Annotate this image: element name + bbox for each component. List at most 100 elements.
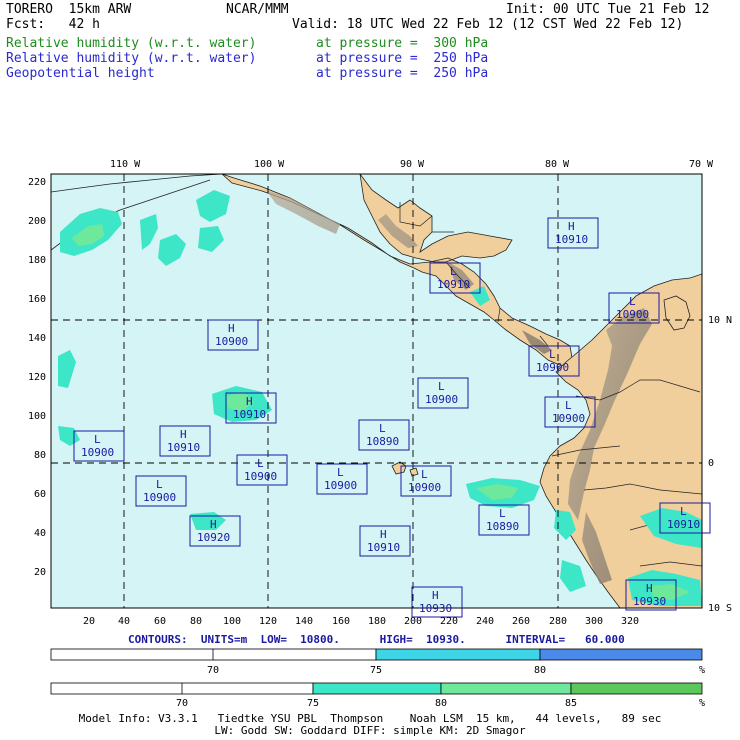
x-tick: 60 (154, 616, 166, 627)
colorbar-250hPa: 70 75 80 % (50, 648, 705, 676)
colorbar-300hPa: 70 75 80 85 % (50, 682, 705, 709)
x-axis-ticks: 20 40 60 80 100 120 140 160 180 200 220 … (83, 616, 639, 627)
colorbar1-seg-2 (375, 648, 541, 661)
y-tick: 80 (34, 450, 46, 461)
y-tick: 60 (34, 489, 46, 500)
label-value: 10910 (233, 408, 266, 421)
y-tick: 220 (28, 177, 46, 188)
label-value: 10900 (408, 481, 441, 494)
lon-label: 90 W (400, 159, 425, 170)
y-tick: 160 (28, 294, 46, 305)
x-tick: 120 (259, 616, 277, 627)
label-type: L (499, 507, 506, 520)
label-value: 10910 (367, 541, 400, 554)
label-value: 10900 (552, 412, 585, 425)
x-tick: 200 (404, 616, 422, 627)
colorbar2-seg-2 (312, 682, 442, 695)
lat-label: 0 (708, 458, 714, 469)
x-tick: 100 (223, 616, 241, 627)
lat-label: 10 N (708, 315, 732, 326)
colorbar2-seg-3 (440, 682, 572, 695)
label-value: 10900 (536, 361, 569, 374)
y-tick: 140 (28, 333, 46, 344)
right-lat-labels: 10 N 0 10 S (708, 315, 732, 614)
label-value: 10910 (167, 441, 200, 454)
label-value: 10900 (616, 308, 649, 321)
colorbar2-tick: 75 (307, 698, 319, 709)
lat-label: 10 S (708, 603, 732, 614)
y-tick: 40 (34, 528, 46, 539)
label-type: H (380, 528, 387, 541)
label-value: 10900 (143, 491, 176, 504)
colorbar2-unit: % (699, 698, 705, 709)
label-value: 10920 (197, 531, 230, 544)
colorbar2-tick: 80 (435, 698, 447, 709)
lon-label: 110 W (110, 159, 141, 170)
label-type: L (257, 457, 264, 470)
colorbar1-tick: 75 (370, 665, 382, 676)
label-type: L (94, 433, 101, 446)
x-tick: 160 (332, 616, 350, 627)
label-type: L (565, 399, 572, 412)
label-type: L (450, 265, 457, 278)
x-tick: 40 (118, 616, 130, 627)
label-value: 10910 (437, 278, 470, 291)
contours-info: CONTOURS: UNITS=m LOW= 10800. HIGH= 1093… (128, 633, 625, 646)
colorbar1-tick: 70 (207, 665, 219, 676)
x-tick: 20 (83, 616, 95, 627)
colorbar2-tick: 85 (565, 698, 577, 709)
top-lon-labels: 110 W 100 W 90 W 80 W 70 W (110, 159, 714, 170)
label-type: L (549, 348, 556, 361)
label-value: 10910 (667, 518, 700, 531)
lon-label: 70 W (689, 159, 714, 170)
x-tick: 280 (549, 616, 567, 627)
label-value: 10900 (81, 446, 114, 459)
label-type: L (337, 466, 344, 479)
label-value: 10900 (324, 479, 357, 492)
colorbar1-seg-3 (539, 648, 703, 661)
label-value: 10900 (244, 470, 277, 483)
label-type: L (629, 295, 636, 308)
label-value: 10930 (633, 595, 666, 608)
x-tick: 300 (585, 616, 603, 627)
y-tick: 100 (28, 411, 46, 422)
label-value: 10890 (366, 435, 399, 448)
y-tick: 20 (34, 567, 46, 578)
weather-map: 110 W 100 W 90 W 80 W 70 W 10 N 0 10 S 2… (28, 159, 732, 709)
y-tick: 200 (28, 216, 46, 227)
physics-info-line: LW: Godd SW: Goddard DIFF: simple KM: 2D… (214, 724, 526, 737)
label-type: L (680, 505, 687, 518)
y-axis-ticks: 220 200 180 160 140 120 100 80 60 40 20 (28, 177, 46, 578)
x-tick: 240 (476, 616, 494, 627)
colorbar1-tick: 80 (534, 665, 546, 676)
x-tick: 180 (368, 616, 386, 627)
colorbar2-tick: 70 (176, 698, 188, 709)
label-type: L (156, 478, 163, 491)
label-value: 10900 (215, 335, 248, 348)
x-tick: 220 (440, 616, 458, 627)
x-tick: 80 (190, 616, 202, 627)
label-type: H (568, 220, 575, 233)
colorbar2-seg-4 (570, 682, 703, 695)
colorbar1-seg-1 (50, 648, 377, 661)
label-value: 10930 (419, 602, 452, 615)
label-type: L (421, 468, 428, 481)
x-tick: 320 (621, 616, 639, 627)
label-type: H (210, 518, 217, 531)
x-tick: 260 (512, 616, 530, 627)
y-tick: 120 (28, 372, 46, 383)
label-type: H (180, 428, 187, 441)
label-type: L (438, 380, 445, 393)
lon-label: 80 W (545, 159, 570, 170)
label-type: H (246, 395, 253, 408)
label-type: H (228, 322, 235, 335)
label-type: H (432, 589, 439, 602)
label-value: 10910 (555, 233, 588, 246)
label-type: L (379, 422, 386, 435)
colorbar1-unit: % (699, 665, 705, 676)
x-tick: 140 (295, 616, 313, 627)
label-type: H (646, 582, 653, 595)
y-tick: 180 (28, 255, 46, 266)
lon-label: 100 W (254, 159, 285, 170)
label-value: 10900 (425, 393, 458, 406)
